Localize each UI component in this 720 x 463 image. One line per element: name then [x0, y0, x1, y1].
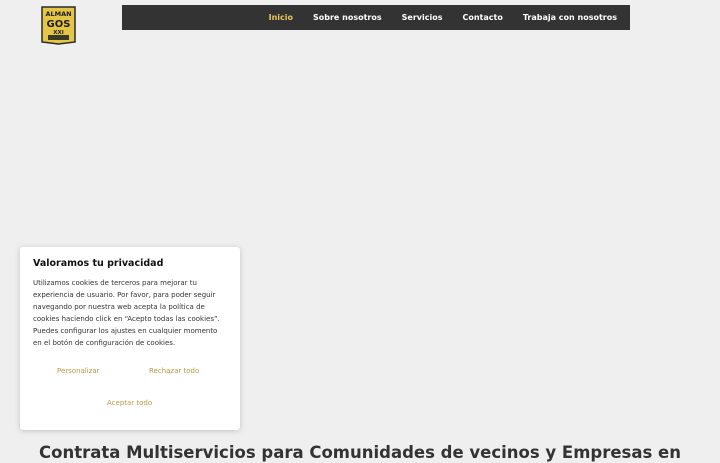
nav-item-servicios[interactable]: Servicios — [392, 13, 453, 22]
customize-button[interactable]: Personalizar — [57, 367, 100, 375]
cookie-body: Utilizamos cookies de terceros para mejo… — [33, 279, 220, 347]
main-navigation: Inicio Sobre nosotros Servicios Contacto… — [122, 5, 630, 30]
nav-item-contacto[interactable]: Contacto — [452, 13, 512, 22]
site-logo[interactable]: ALMAN GOS XXI — [40, 6, 77, 45]
hero-headline: Contrata Multiservicios para Comunidades… — [39, 443, 681, 463]
cookie-title: Valoramos tu privacidad — [33, 258, 164, 269]
cookie-consent-dialog: Valoramos tu privacidad Utilizamos cooki… — [20, 247, 240, 430]
reject-all-button[interactable]: Rechazar todo — [149, 367, 199, 375]
accept-all-button[interactable]: Aceptar todo — [107, 399, 152, 407]
logo-line1: ALMAN — [45, 10, 71, 18]
nav-item-trabaja-con-nosotros[interactable]: Trabaja con nosotros — [513, 13, 627, 22]
nav-item-sobre-nosotros[interactable]: Sobre nosotros — [303, 13, 392, 22]
nav-item-inicio[interactable]: Inicio — [259, 13, 303, 22]
logo-line2: GOS — [47, 19, 71, 30]
